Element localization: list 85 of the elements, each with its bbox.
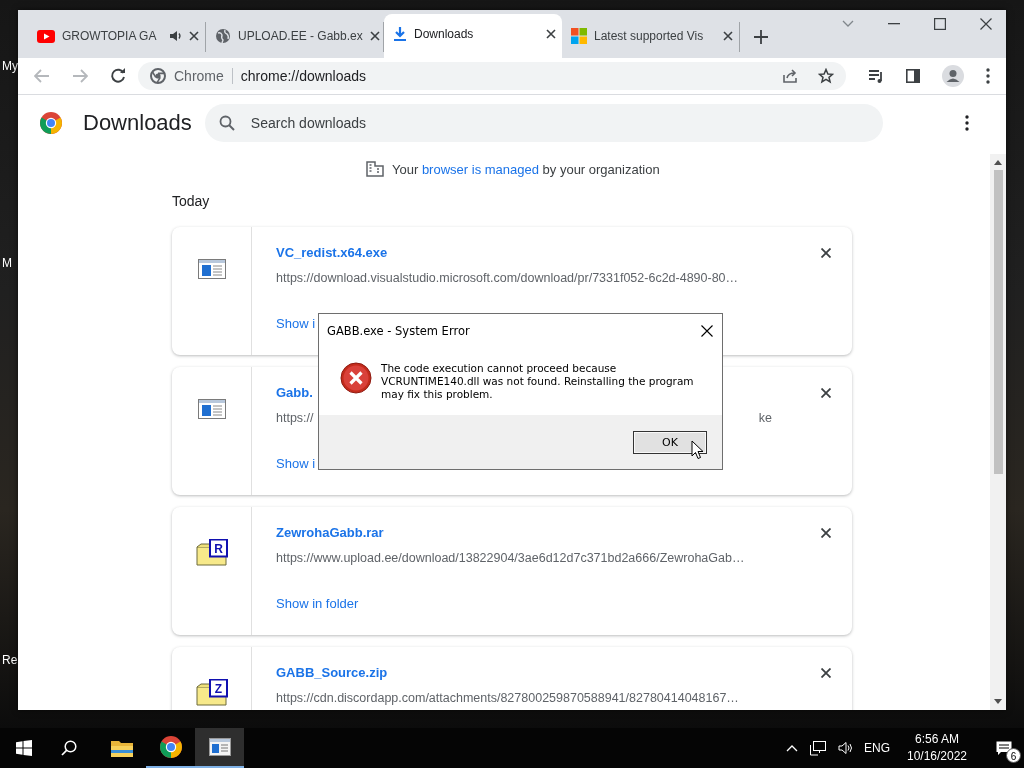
clock[interactable]: 6:56 AM 10/16/2022	[902, 731, 972, 765]
program-file-icon	[197, 259, 226, 279]
file-name-link[interactable]: GABB_Source.zip	[276, 664, 388, 681]
browser-tab[interactable]: Downloads	[384, 14, 562, 58]
windows-logo-icon	[571, 28, 587, 44]
close-icon[interactable]	[821, 388, 831, 398]
media-queue-icon[interactable]	[868, 69, 884, 83]
tab-title: UPLOAD.EE - Gabb.ex	[238, 29, 363, 43]
show-in-folder-link[interactable]: Show i	[276, 315, 316, 332]
close-icon[interactable]	[980, 18, 992, 30]
address-bar[interactable]: Chrome chrome://downloads	[138, 62, 846, 90]
mouse-cursor-icon	[691, 440, 705, 460]
download-icon	[393, 26, 407, 42]
share-icon[interactable]	[782, 68, 798, 84]
network-icon[interactable]	[810, 740, 826, 756]
search-icon[interactable]	[61, 740, 77, 756]
close-icon[interactable]	[821, 668, 831, 678]
video-icon	[37, 29, 55, 43]
search-icon	[218, 115, 235, 131]
browser-tab[interactable]: GROWTOPIA GA	[28, 22, 206, 52]
close-icon[interactable]	[723, 31, 733, 41]
language-indicator[interactable]: ENG	[864, 741, 890, 755]
minimize-icon[interactable]	[888, 23, 900, 25]
browser-tab[interactable]: Latest supported Vis	[562, 22, 740, 52]
show-in-folder-link[interactable]: Show i	[276, 455, 316, 472]
volume-icon[interactable]	[838, 741, 854, 755]
chevron-up-icon[interactable]	[786, 744, 798, 752]
notification-count-badge: 6	[1006, 748, 1021, 763]
file-url: https://	[276, 410, 314, 427]
close-icon[interactable]	[189, 31, 199, 41]
close-icon[interactable]	[821, 248, 831, 258]
dialog-title: GABB.exe - System Error	[327, 324, 470, 338]
desktop-icon-label: Re	[2, 652, 18, 668]
star-icon[interactable]	[818, 68, 834, 84]
desktop-icon-label: My	[2, 58, 18, 74]
folder-icon	[110, 739, 133, 757]
maximize-icon[interactable]	[934, 18, 946, 30]
tab-title: Downloads	[414, 27, 475, 41]
managed-notice: Your browser is managed by your organization	[392, 161, 660, 177]
close-icon[interactable]	[546, 29, 556, 39]
error-message: The code execution cannot proceed because VCRUNTIME140.dll was not found. Reinstalling the program may fix this problem.	[381, 362, 695, 402]
taskbar-app[interactable]	[195, 728, 244, 768]
side-panel-icon[interactable]	[906, 69, 920, 83]
file-url: https://cdn.discordapp.com/attachments/827800259870588941/82780414048167…	[276, 690, 739, 707]
site-chip: Chrome	[174, 68, 233, 84]
program-window-icon	[208, 738, 231, 756]
close-icon[interactable]	[369, 31, 380, 41]
file-name-link[interactable]: Gabb.	[276, 384, 313, 401]
address-text: chrome://downloads	[240, 68, 368, 84]
show-in-folder-link[interactable]: Show in folder	[276, 595, 359, 612]
building-icon	[366, 161, 384, 177]
close-icon[interactable]	[701, 325, 713, 337]
file-url: https://www.upload.ee/download/13822904/3ae6d12d7c371bd2a666/ZewrohaGab…	[276, 550, 745, 567]
error-icon	[340, 362, 372, 394]
page-title: Downloads	[83, 110, 192, 136]
chrome-logo-icon	[39, 111, 63, 135]
message-icon	[996, 740, 1012, 756]
file-name-link[interactable]: ZewrohaGabb.rar	[276, 524, 384, 541]
file-name-link[interactable]: VC_redist.x64.exe	[276, 244, 388, 261]
tab-title: GROWTOPIA GA	[62, 29, 158, 43]
scrollbar-thumb[interactable]	[993, 170, 1003, 474]
search-field[interactable]: Search downloads	[204, 104, 883, 142]
windows-start-icon[interactable]	[16, 740, 32, 756]
chevron-down-icon[interactable]	[842, 20, 854, 28]
globe-icon	[215, 28, 231, 44]
managed-link[interactable]: browser is managed	[421, 161, 539, 177]
close-icon[interactable]	[821, 528, 831, 538]
program-file-icon	[197, 399, 226, 419]
profile-avatar-icon[interactable]	[942, 65, 964, 87]
desktop-icon-label: M	[2, 255, 13, 271]
file-url: ke	[758, 410, 772, 427]
chrome-logo-icon	[158, 735, 183, 759]
file-url: https://download.visualstudio.microsoft.com/download/pr/7331f052-6c2d-4890-80…	[276, 270, 739, 287]
chrome-logo-icon	[150, 68, 166, 84]
reload-icon[interactable]	[110, 68, 126, 84]
more-vert-icon[interactable]	[986, 68, 990, 84]
section-heading: Today	[172, 193, 211, 209]
plus-icon[interactable]	[754, 30, 768, 44]
tab-title: Latest supported Vis	[594, 29, 705, 43]
scrollbar[interactable]	[990, 154, 1006, 710]
more-vert-icon[interactable]	[964, 115, 969, 131]
scroll-down-arrow-icon[interactable]	[994, 699, 1002, 704]
ok-button[interactable]: OK	[633, 430, 707, 454]
action-center-button[interactable]: 6	[984, 728, 1024, 768]
scroll-up-arrow-icon[interactable]	[994, 160, 1002, 165]
